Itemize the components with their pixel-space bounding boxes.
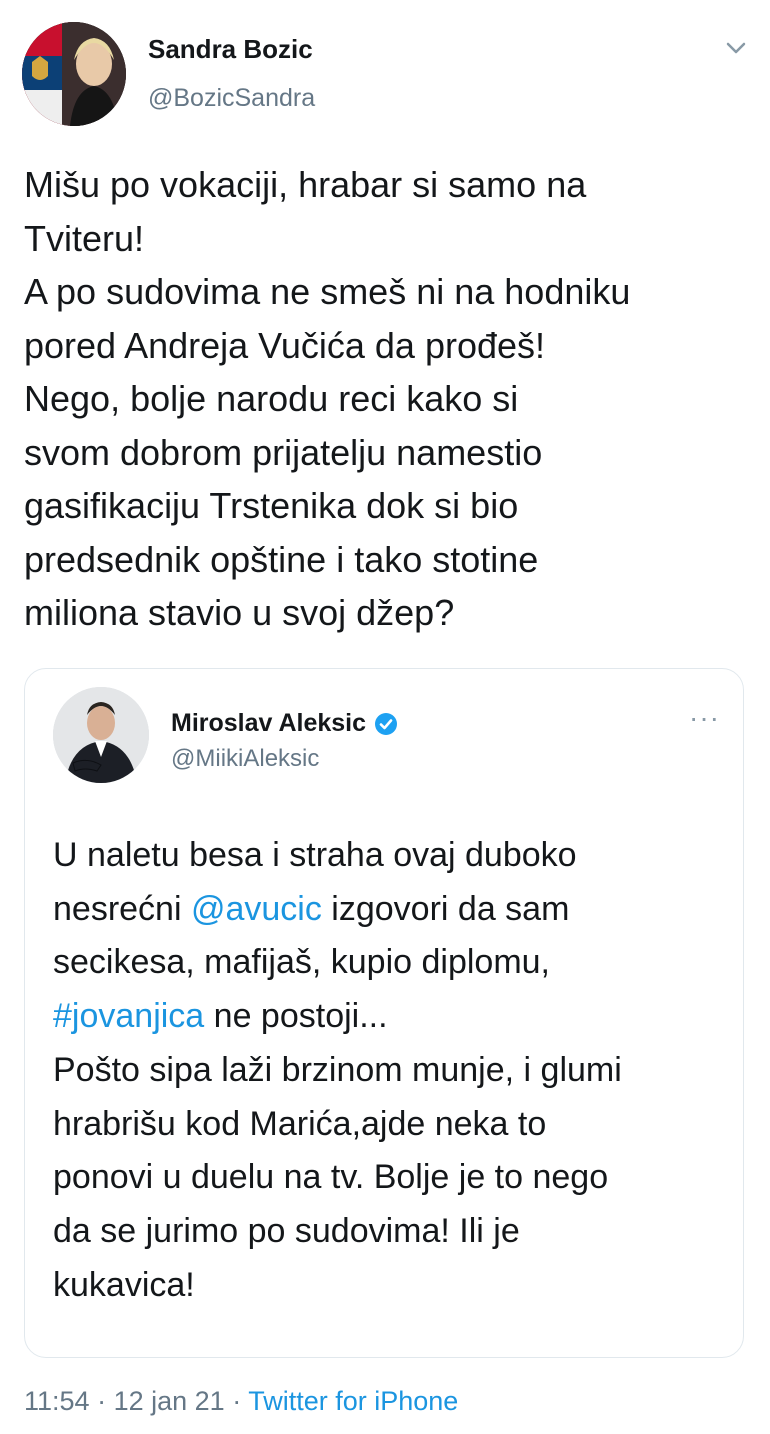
quoted-text-line: ponovi u duelu na tv. Bolje je to nego — [53, 1158, 609, 1197]
quoted-text-line: da se jurimo po sudovima! Ili je — [53, 1211, 520, 1250]
quoted-text-line: secikesa, mafijaš, kupio diplomu, — [53, 943, 551, 982]
quoted-author-handle[interactable]: @MiikiAleksic — [171, 745, 319, 773]
tweet-text-line: A po sudovima ne smeš ni na hodniku — [24, 271, 631, 312]
quoted-tweet-text: U naletu besa i straha ovaj duboko nesre… — [53, 829, 733, 1312]
tweet-text-line: Tviteru! — [24, 217, 145, 259]
quoted-text-fragment: nesrećni — [53, 889, 191, 928]
tweet-text-line: miliona stavio u svoj džep? — [24, 592, 455, 633]
avatar-image — [22, 22, 126, 126]
quoted-text-fragment: izgovori da sam — [321, 889, 570, 928]
quoted-text-line: U naletu besa i straha ovaj duboko — [53, 836, 577, 874]
author-name[interactable]: Sandra Bozic — [148, 34, 313, 65]
verified-badge-icon — [375, 712, 398, 735]
quoted-author-name[interactable]: Miroslav Aleksic — [171, 709, 366, 738]
quoted-author-name-row[interactable]: Miroslav Aleksic — [171, 709, 398, 738]
mention-link[interactable]: @avucic — [191, 890, 322, 928]
hashtag-link[interactable]: #jovanjica — [53, 997, 204, 1035]
tweet-text-line: gasifikaciju Trstenika dok si bio — [24, 485, 519, 526]
tweet-text-line: predsednik opštine i tako stotine — [24, 538, 539, 580]
tweet-card: Sandra Bozic @BozicSandra Mišu po vokaci… — [0, 0, 770, 1434]
meta-separator: · — [97, 1386, 107, 1416]
quoted-text-line: kukavica! — [53, 1265, 195, 1304]
meta-separator: · — [232, 1386, 242, 1416]
tweet-text: Mišu po vokaciji, hrabar si samo na Tvit… — [24, 158, 754, 640]
quoted-text-line: nesrećni @avucic izgovori da sam — [53, 883, 733, 937]
quoted-text-line: hrabrišu kod Marića,ajde neka to — [53, 1104, 547, 1143]
quoted-text-line: #jovanjica ne postoji... — [53, 990, 733, 1044]
quoted-text-line: Pošto sipa laži brzinom munje, i glumi — [53, 1050, 622, 1089]
quoted-author-avatar[interactable] — [53, 687, 149, 783]
author-handle[interactable]: @BozicSandra — [148, 84, 315, 113]
quoted-tweet[interactable]: Miroslav Aleksic @MiikiAleksic ··· U nal… — [24, 668, 744, 1358]
avatar-image — [53, 687, 149, 783]
tweet-text-line: Mišu po vokaciji, hrabar si samo na — [24, 164, 587, 205]
chevron-down-icon[interactable] — [722, 38, 750, 58]
tweet-meta: 11:54 · 12 jan 21 · Twitter for iPhone — [24, 1386, 458, 1417]
author-avatar[interactable] — [22, 22, 126, 126]
more-options-icon[interactable]: ··· — [689, 704, 720, 732]
tweet-date[interactable]: 12 jan 21 — [114, 1386, 225, 1416]
tweet-text-line: svom dobrom prijatelju namestio — [24, 431, 543, 473]
quoted-text-fragment: ne postoji... — [204, 997, 388, 1036]
tweet-source-link[interactable]: Twitter for iPhone — [248, 1386, 458, 1416]
tweet-text-line: pored Andreja Vučića da prođeš! — [24, 324, 546, 366]
tweet-text-line: Nego, bolje narodu reci kako si — [24, 378, 519, 419]
tweet-time[interactable]: 11:54 — [24, 1386, 90, 1416]
